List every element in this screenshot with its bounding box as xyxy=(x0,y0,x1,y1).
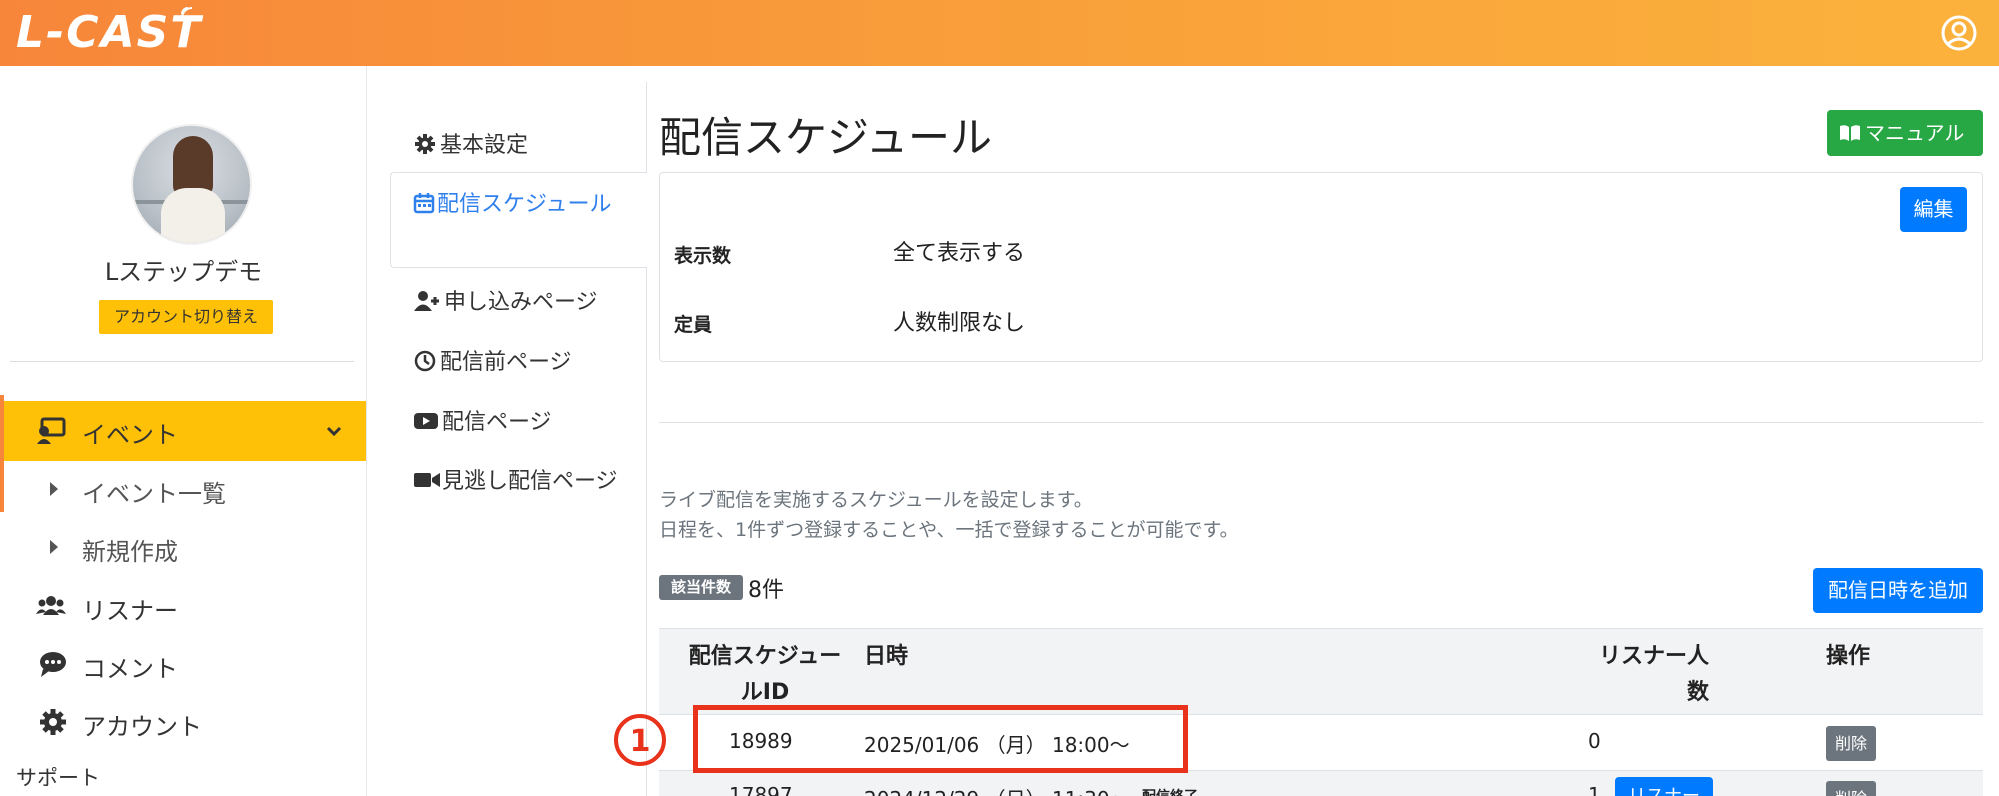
display-count-value: 全て表示する xyxy=(893,241,1026,266)
capacity-value: 人数制限なし xyxy=(893,311,1026,336)
user-plus-icon xyxy=(414,291,439,311)
sidebar-item-label: 新規作成 xyxy=(82,538,178,566)
add-schedule-button[interactable]: 配信日時を追加 xyxy=(1813,568,1983,613)
sidebar-item-label: イベント xyxy=(82,421,178,449)
sidebar-divider xyxy=(10,361,354,362)
broadcast-icon xyxy=(181,7,193,19)
sidebar-item-comment[interactable]: コメント xyxy=(0,635,366,693)
settings-card xyxy=(659,172,1983,362)
edit-button[interactable]: 編集 xyxy=(1900,187,1967,232)
table-row: 17897 2024/12/29 （日） 11:30〜 配信終了 1 リスナー … xyxy=(659,771,1983,796)
count-badge: 該当件数 xyxy=(659,575,743,600)
app-logo[interactable]: L-CAST xyxy=(16,6,202,60)
status-badge: 配信終了 xyxy=(1142,786,1198,796)
settings-nav-schedule[interactable]: 配信スケジュール xyxy=(390,172,647,268)
gear-icon xyxy=(40,709,66,735)
svg-text:1: 1 xyxy=(630,724,651,759)
user-circle-icon[interactable] xyxy=(1940,14,1978,52)
calendar-icon xyxy=(413,193,435,214)
count-value: 8件 xyxy=(748,578,784,603)
settings-nav-label: 基本設定 xyxy=(440,133,529,158)
sidebar-item-new-event[interactable]: 新規作成 xyxy=(0,518,366,576)
settings-nav-label: 配信スケジュール xyxy=(437,192,612,217)
section-divider xyxy=(659,422,1983,423)
settings-nav-label: 申し込みページ xyxy=(444,290,598,315)
manual-button-label: マニュアル xyxy=(1865,121,1965,145)
avatar[interactable] xyxy=(131,124,252,245)
annotation-marker: 1 xyxy=(614,714,666,766)
caret-right-icon xyxy=(50,482,58,496)
settings-nav-stream-page[interactable]: 配信ページ xyxy=(390,404,647,436)
settings-nav-basic[interactable]: 基本設定 xyxy=(390,127,647,159)
youtube-icon xyxy=(414,413,438,429)
caret-right-icon xyxy=(50,540,58,554)
annotation-highlight-box xyxy=(693,705,1188,773)
listener-count: 0 xyxy=(1588,729,1601,753)
delete-button[interactable]: 削除 xyxy=(1826,726,1876,761)
settings-nav-apply-page[interactable]: 申し込みページ xyxy=(390,284,647,316)
column-header-operation[interactable]: 操作 xyxy=(1826,639,1870,675)
sidebar-support-heading: サポート xyxy=(16,766,100,790)
username: Lステップデモ xyxy=(104,258,263,286)
gear-icon xyxy=(415,134,435,154)
sidebar-item-label: アカウント xyxy=(82,713,202,741)
sidebar-item-listener[interactable]: リスナー xyxy=(0,577,366,635)
delete-button[interactable]: 削除 xyxy=(1826,781,1876,796)
page-title: 配信スケジュール xyxy=(659,113,993,162)
settings-nav-label: 配信ページ xyxy=(442,410,552,435)
settings-nav-missed-page[interactable]: 見逃し配信ページ xyxy=(390,466,647,498)
top-header: L-CAST xyxy=(0,0,1999,66)
schedule-datetime: 2024/12/29 （日） 11:30〜 xyxy=(864,783,1130,796)
sidebar-item-label: リスナー xyxy=(82,597,178,625)
column-header-id[interactable]: 配信スケジュー ルID xyxy=(675,639,855,711)
manual-button[interactable]: マニュアル xyxy=(1827,110,1983,156)
column-header-listeners[interactable]: リスナー人 数 xyxy=(1589,639,1709,711)
description-line: 日程を、1件ずつ登録することや、一括で登録することが可能です。 xyxy=(659,519,1239,541)
video-camera-icon xyxy=(414,473,440,487)
chevron-down-icon xyxy=(326,426,342,437)
settings-nav-label: 配信前ページ xyxy=(440,350,572,375)
column-header-datetime[interactable]: 日時 xyxy=(864,639,908,675)
settings-nav-pre-page[interactable]: 配信前ページ xyxy=(390,344,647,376)
settings-nav-label: 見逃し配信ページ xyxy=(442,469,618,494)
listener-button[interactable]: リスナー xyxy=(1615,777,1713,796)
sidebar-item-label: イベント一覧 xyxy=(82,480,226,508)
display-count-label: 表示数 xyxy=(674,245,732,267)
sidebar-item-event-list[interactable]: イベント一覧 xyxy=(0,460,366,518)
listener-count: 1 xyxy=(1588,783,1601,796)
clock-icon xyxy=(414,350,436,372)
switch-account-button[interactable]: アカウント切り替え xyxy=(99,300,273,334)
sidebar-item-account[interactable]: アカウント xyxy=(0,693,366,751)
comment-dots-icon xyxy=(40,652,66,677)
description-line: ライブ配信を実施するスケジュールを設定します。 xyxy=(659,489,1093,511)
capacity-label: 定員 xyxy=(674,314,713,336)
users-icon xyxy=(36,596,66,615)
sidebar-item-label: コメント xyxy=(82,655,178,683)
book-open-icon xyxy=(1840,125,1860,141)
table-header: 配信スケジュー ルID 日時 リスナー人 数 操作 xyxy=(659,628,1983,715)
chalkboard-teacher-icon xyxy=(37,417,66,444)
settings-nav-border xyxy=(646,82,647,172)
sidebar-item-event[interactable]: イベント xyxy=(0,401,366,461)
schedule-id: 17897 xyxy=(729,783,793,796)
